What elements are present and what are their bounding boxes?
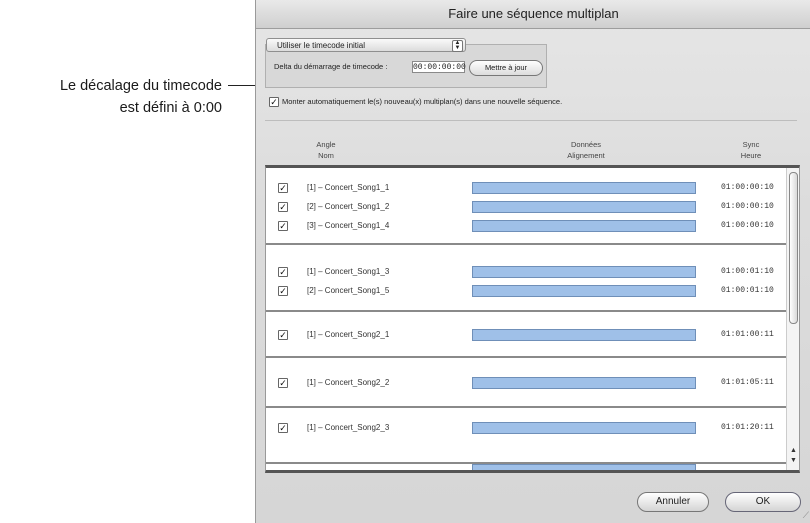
callout-leader bbox=[228, 85, 258, 86]
alignment-bar bbox=[472, 220, 696, 232]
header-time: Heure bbox=[740, 151, 762, 160]
row-time: 01:00:00:10 bbox=[721, 202, 774, 211]
table-row[interactable]: ✓ [1] – Concert_Song2_2 01:01:05:11 bbox=[266, 373, 786, 393]
row-checkbox[interactable]: ✓ bbox=[278, 330, 288, 340]
timecode-mode-popup[interactable]: Utiliser le timecode initial ▲ ▼ bbox=[266, 38, 466, 52]
row-checkbox[interactable]: ✓ bbox=[278, 202, 288, 212]
scroll-down-icon[interactable]: ▼ bbox=[790, 457, 797, 464]
table-row[interactable]: ✓ [2] – Concert_Song1_2 01:00:00:10 bbox=[266, 197, 786, 217]
separator bbox=[265, 120, 797, 121]
header-alignment: Alignement bbox=[567, 151, 605, 160]
delta-timecode-input[interactable]: 00:00:00:00 bbox=[412, 61, 466, 73]
table-row[interactable]: ✓ [1] – Concert_Song1_1 01:00:00:10 bbox=[266, 178, 786, 198]
row-checkbox[interactable]: ✓ bbox=[278, 423, 288, 433]
alignment-bar bbox=[472, 182, 696, 194]
row-name: [1] – Concert_Song2_1 bbox=[307, 330, 390, 339]
auto-open-checkbox[interactable]: ✓ bbox=[269, 97, 279, 107]
table-row[interactable]: ✓ [1] – Concert_Song1_3 01:00:01:10 bbox=[266, 262, 786, 282]
row-name: [2] – Concert_Song1_2 bbox=[307, 202, 390, 211]
alignment-bar bbox=[472, 266, 696, 278]
row-checkbox[interactable]: ✓ bbox=[278, 286, 288, 296]
header-sync-time: Sync Heure bbox=[711, 139, 791, 161]
alignment-bar bbox=[472, 422, 696, 434]
header-sync: Sync bbox=[742, 140, 760, 149]
auto-open-label: Monter automatiquement le(s) nouveau(x) … bbox=[282, 97, 563, 106]
row-time: 01:01:20:11 bbox=[721, 423, 774, 432]
delta-label: Delta du démarrage de timecode : bbox=[274, 62, 388, 71]
scroll-up-icon[interactable]: ▲ bbox=[790, 447, 797, 454]
row-name: [1] – Concert_Song2_3 bbox=[307, 423, 390, 432]
header-data: Données bbox=[570, 140, 602, 149]
row-time: 01:00:00:10 bbox=[721, 221, 774, 230]
table-row[interactable]: ✓ [1] – Concert_Song2_1 01:01:00:11 bbox=[266, 325, 786, 345]
dialog-window: Faire une séquence multiplan Utiliser le… bbox=[255, 0, 810, 523]
window-title: Faire une séquence multiplan bbox=[256, 0, 810, 29]
callout-line-1: Le décalage du timecode bbox=[59, 78, 222, 94]
ok-button[interactable]: OK bbox=[725, 492, 801, 512]
cancel-button[interactable]: Annuler bbox=[637, 492, 709, 512]
header-name: Nom bbox=[318, 151, 334, 160]
row-time: 01:01:00:11 bbox=[721, 330, 774, 339]
row-time: 01:00:01:10 bbox=[721, 286, 774, 295]
alignment-bar bbox=[472, 285, 696, 297]
row-name: [2] – Concert_Song1_5 bbox=[307, 286, 390, 295]
row-name: [1] – Concert_Song1_1 bbox=[307, 183, 390, 192]
row-checkbox[interactable]: ✓ bbox=[278, 183, 288, 193]
row-checkbox[interactable]: ✓ bbox=[278, 267, 288, 277]
popup-stepper-icon: ▲ ▼ bbox=[452, 40, 463, 52]
table-row[interactable]: ✓ [3] – Concert_Song1_4 01:00:00:10 bbox=[266, 216, 786, 236]
row-time: 01:00:00:10 bbox=[721, 183, 774, 192]
row-name: [1] – Concert_Song1_3 bbox=[307, 267, 390, 276]
update-button[interactable]: Mettre à jour bbox=[469, 60, 543, 76]
row-name: [1] – Concert_Song2_2 bbox=[307, 378, 390, 387]
table-row[interactable]: ✓ [1] – Concert_Song2_3 01:01:20:11 bbox=[266, 418, 786, 438]
alignment-bar bbox=[472, 377, 696, 389]
clip-list[interactable]: ✓ [1] – Concert_Song1_1 01:00:00:10 ✓ [2… bbox=[265, 165, 800, 473]
header-angle-name: Angle Nom bbox=[296, 139, 356, 161]
callout-line-2: est défini à 0:00 bbox=[119, 100, 222, 116]
row-checkbox[interactable]: ✓ bbox=[278, 221, 288, 231]
table-row[interactable]: ✓ [2] – Concert_Song1_5 01:00:01:10 bbox=[266, 281, 786, 301]
alignment-bar bbox=[472, 329, 696, 341]
callout-annotation: Le décalage du timecode est défini à 0:0… bbox=[0, 75, 222, 119]
row-time: 01:01:05:11 bbox=[721, 378, 774, 387]
row-time: 01:00:01:10 bbox=[721, 267, 774, 276]
timecode-mode-value: Utiliser le timecode initial bbox=[277, 41, 366, 50]
header-data-alignment: Données Alignement bbox=[526, 139, 646, 161]
table-row[interactable] bbox=[266, 460, 786, 470]
resize-grip-icon[interactable]: ⟋ bbox=[803, 510, 809, 521]
scroll-thumb[interactable] bbox=[789, 172, 798, 324]
vertical-scrollbar[interactable]: ▲ ▼ bbox=[786, 168, 799, 470]
header-angle: Angle bbox=[316, 140, 336, 149]
alignment-bar bbox=[472, 201, 696, 213]
alignment-bar bbox=[472, 464, 696, 470]
row-checkbox[interactable]: ✓ bbox=[278, 378, 288, 388]
row-name: [3] – Concert_Song1_4 bbox=[307, 221, 390, 230]
